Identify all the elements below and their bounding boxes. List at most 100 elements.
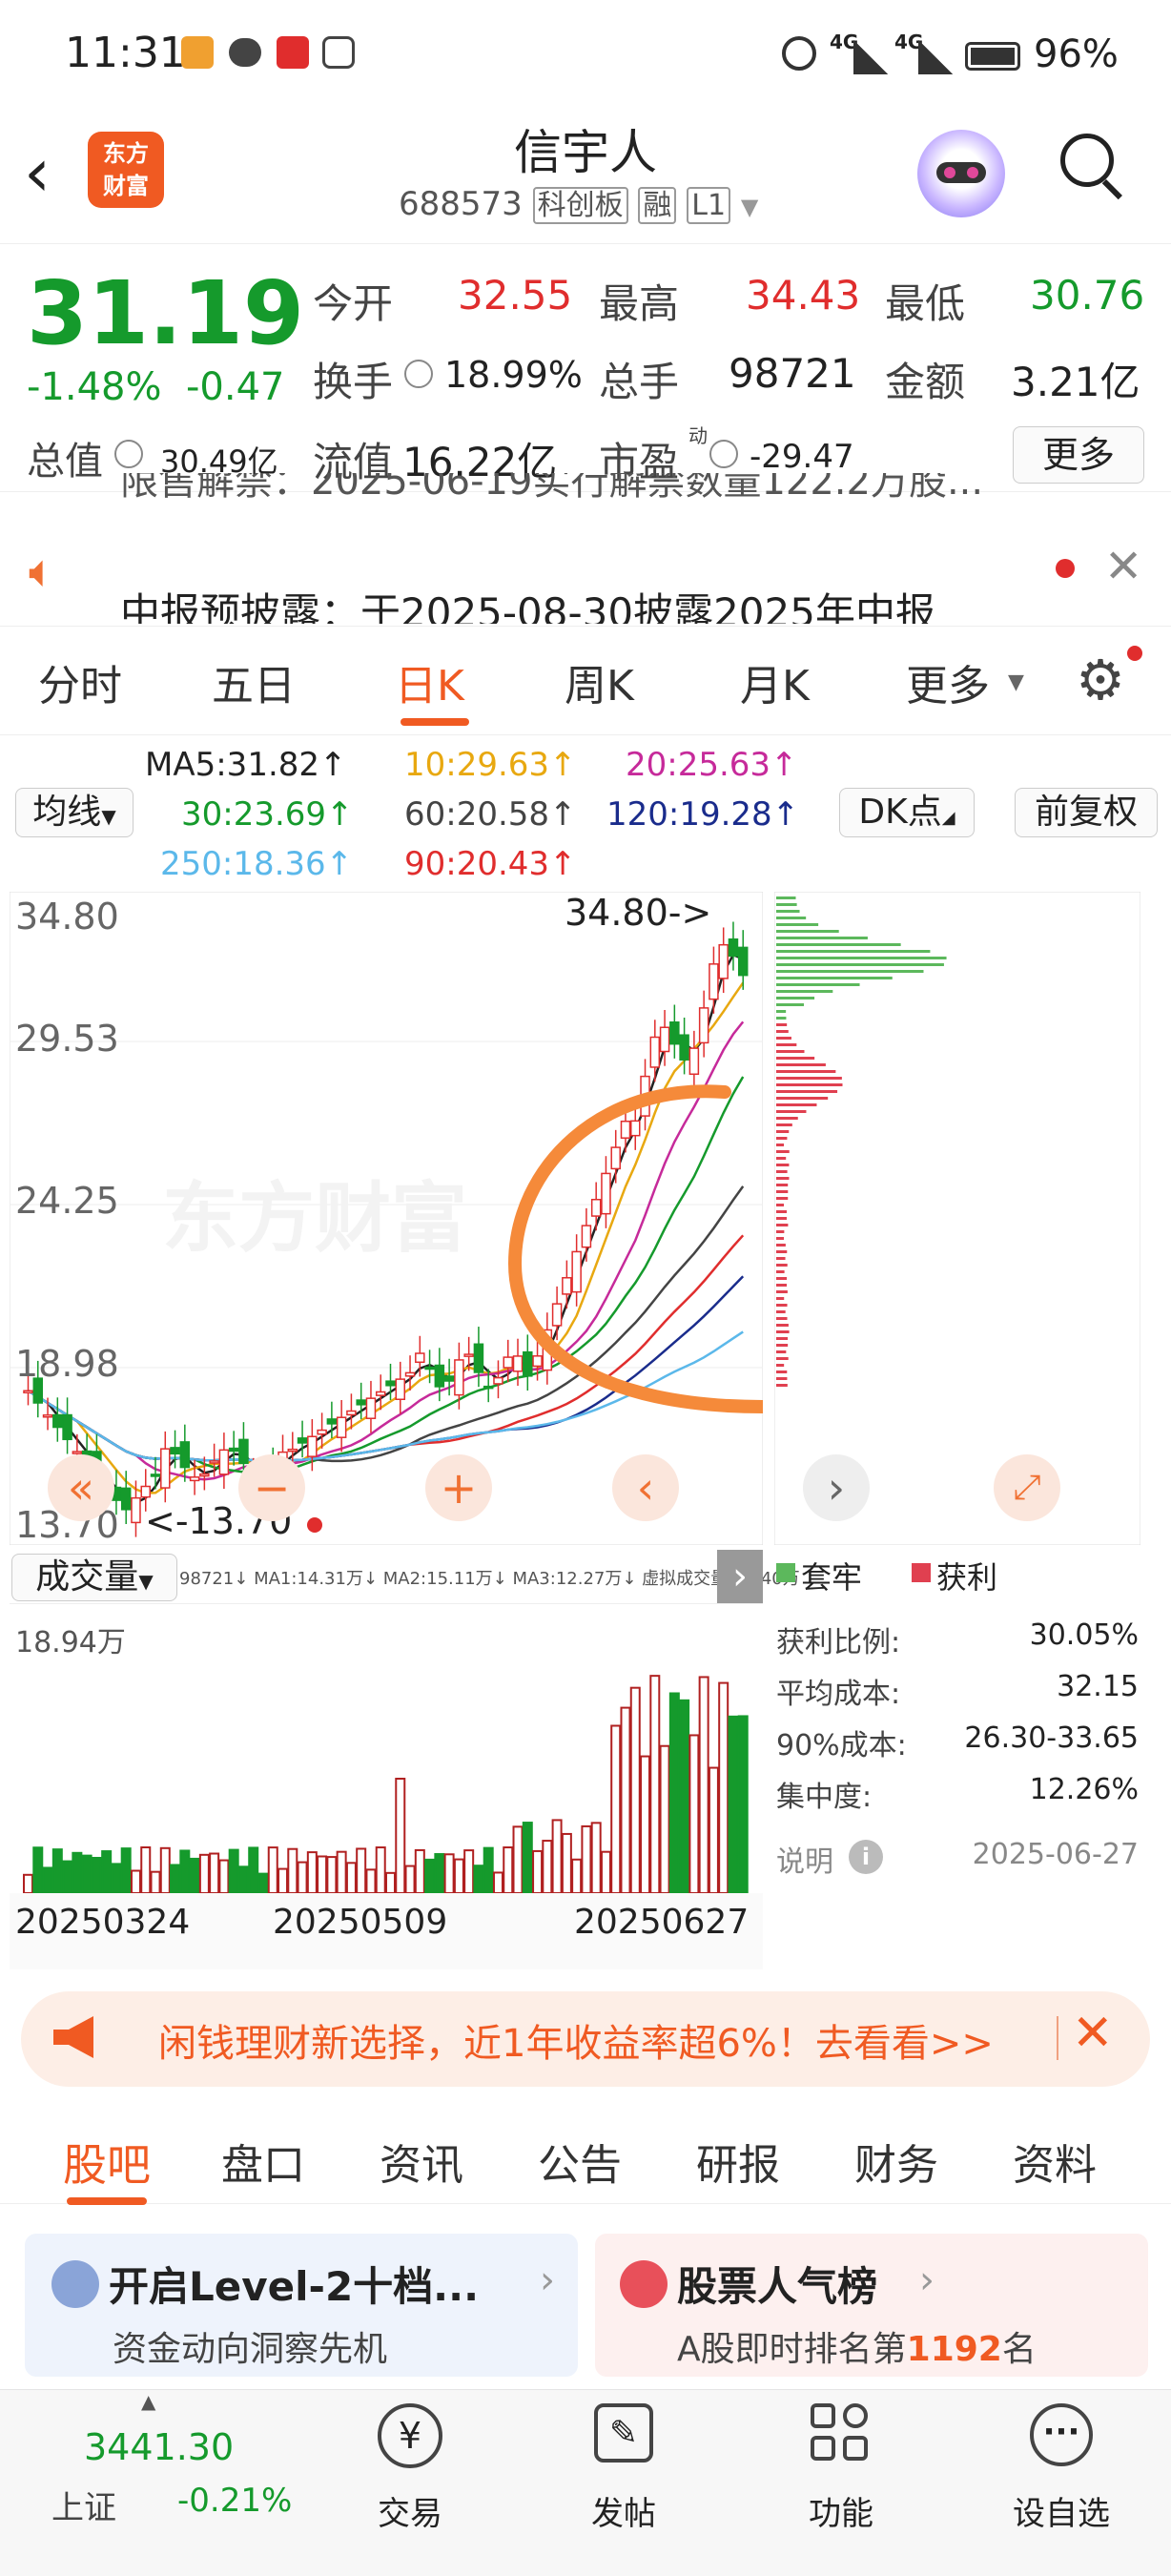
- ma-toggle-label: 均线: [32, 793, 101, 832]
- more-button[interactable]: 更多: [1013, 426, 1144, 484]
- tab-more[interactable]: 更多: [906, 651, 990, 712]
- tab-research[interactable]: 研报: [696, 2131, 780, 2192]
- info-icon[interactable]: [114, 440, 143, 468]
- volume-value: 98721: [729, 350, 856, 397]
- candle: [474, 1344, 483, 1372]
- tab-news[interactable]: 资讯: [380, 2131, 463, 2192]
- candle: [24, 1391, 32, 1392]
- tab-orderbook[interactable]: 盘口: [221, 2131, 305, 2192]
- nav-functions[interactable]: 功能: [784, 2403, 898, 2566]
- close-icon[interactable]: ✕: [1104, 540, 1142, 593]
- volume-toggle[interactable]: 成交量▼: [11, 1554, 177, 1601]
- chip-bar: [776, 1270, 785, 1273]
- corner-icon: ◢: [942, 808, 955, 828]
- ma-toggle[interactable]: 均线▼: [15, 788, 134, 837]
- candle: [680, 1035, 688, 1060]
- nav-trade[interactable]: ¥ 交易: [353, 2403, 467, 2566]
- chip-bar: [776, 1244, 786, 1247]
- kline-chart[interactable]: 东方财富 34.80 29.53 24.25 18.98 13.70 34.80…: [10, 892, 763, 1545]
- chip-bar: [776, 1090, 837, 1093]
- chevron-down-icon[interactable]: ▼: [741, 194, 758, 220]
- info-icon[interactable]: i: [849, 1840, 883, 1874]
- volume-bar: [533, 1851, 542, 1893]
- zoom-out-icon[interactable]: −: [238, 1454, 305, 1521]
- candle: [533, 1356, 542, 1367]
- expand-icon[interactable]: ⤢: [994, 1454, 1060, 1521]
- nav-post[interactable]: ✎ 发帖: [566, 2403, 681, 2566]
- pe-value: -29.47: [750, 438, 854, 476]
- y-label: 18.98: [15, 1343, 119, 1385]
- info-icon[interactable]: [404, 360, 433, 388]
- app-logo-text: 东方: [88, 137, 164, 170]
- index-widget[interactable]: ▲ 3441.30 上证 -0.21%: [0, 2390, 286, 2576]
- high-value: 34.43: [746, 272, 860, 319]
- chip-bar: [776, 943, 901, 946]
- chip-bar: [776, 1057, 814, 1060]
- tab-monthly-k[interactable]: 月K: [740, 651, 810, 712]
- back-icon[interactable]: ‹: [24, 134, 51, 212]
- speaker-icon: 🔈︎: [29, 545, 56, 599]
- popularity-card[interactable]: 股票人气榜 › A股即时排名第1192名: [595, 2234, 1148, 2377]
- chip-bar: [776, 957, 947, 959]
- candle: [661, 1027, 669, 1051]
- level2-card[interactable]: 开启Level-2十档... › 资金动向洞察先机: [25, 2234, 578, 2377]
- chip-svg: [774, 892, 1140, 1545]
- candle: [514, 1356, 523, 1371]
- y-label: 24.25: [15, 1180, 119, 1222]
- tab-minute[interactable]: 分时: [38, 651, 122, 712]
- chip-bar: [776, 977, 893, 979]
- rewind-icon[interactable]: «: [48, 1454, 114, 1521]
- chip-bar: [776, 990, 832, 993]
- candle: [689, 1048, 698, 1074]
- volume-bar: [122, 1848, 131, 1893]
- profit-ratio-value: 30.05%: [1030, 1618, 1139, 1652]
- candle: [621, 1122, 629, 1138]
- chevron-right-icon[interactable]: ›: [803, 1454, 870, 1521]
- notice-line-1[interactable]: 限售解禁：2025-06-19实行解禁数量122.2万股...: [120, 473, 1026, 507]
- candle: [406, 1372, 415, 1375]
- pe-superscript: 动: [688, 421, 708, 448]
- zoom-in-icon[interactable]: +: [425, 1454, 492, 1521]
- chevron-left-icon[interactable]: ‹: [612, 1454, 679, 1521]
- volume-bar: [161, 1848, 170, 1893]
- promo-banner[interactable]: 闲钱理财新选择，近1年收益率超6%！去看看>> ✕: [21, 1991, 1150, 2087]
- volume-bar: [719, 1683, 728, 1893]
- note-label[interactable]: 说明: [776, 1838, 833, 1880]
- chip-bar: [776, 1277, 787, 1280]
- notice-line-2[interactable]: 中报预披露：于2025-08-30披露2025年中报: [120, 580, 1026, 624]
- tab-finance[interactable]: 财务: [854, 2131, 938, 2192]
- candle: [366, 1398, 375, 1418]
- chip-bar: [776, 970, 923, 973]
- tab-daily-k[interactable]: 日K: [395, 651, 464, 712]
- stock-code-row: 688573 科创板 融 L1 ▼: [399, 181, 758, 223]
- search-icon[interactable]: [1060, 134, 1123, 196]
- nav-watchlist[interactable]: ··· 设自选: [999, 2403, 1123, 2566]
- max-price-marker: 34.80->: [565, 892, 711, 934]
- candle: [239, 1439, 248, 1463]
- chevron-right-icon[interactable]: ›: [717, 1550, 763, 1603]
- rank-suffix: 名: [1002, 2330, 1037, 2369]
- active-tab-indicator: [401, 718, 469, 726]
- watermark: 东方财富: [162, 1173, 467, 1263]
- volume-bar: [102, 1851, 111, 1893]
- robot-avatar[interactable]: [917, 130, 1005, 217]
- hand-icon: [322, 36, 355, 69]
- avg-cost-value: 32.15: [1057, 1670, 1139, 1703]
- volume-bar: [700, 1677, 709, 1893]
- adjust-button[interactable]: 前复权: [1015, 788, 1158, 837]
- info-icon[interactable]: [709, 440, 738, 468]
- low-value: 30.76: [1030, 272, 1144, 319]
- notification-app-icon: [181, 36, 214, 69]
- tab-weekly-k[interactable]: 周K: [565, 651, 634, 712]
- close-icon[interactable]: ✕: [1072, 2005, 1114, 2062]
- tab-profile[interactable]: 资料: [1013, 2131, 1097, 2192]
- volume-bar: [72, 1853, 81, 1893]
- chip-bar: [776, 910, 800, 913]
- tab-announcements[interactable]: 公告: [538, 2131, 622, 2192]
- chip-distribution[interactable]: › ⤢: [774, 892, 1140, 1545]
- tab-forum[interactable]: 股吧: [63, 2131, 151, 2194]
- gear-icon[interactable]: ⚙: [1076, 648, 1125, 712]
- dk-point-button[interactable]: DK点◢: [839, 788, 975, 837]
- tab-five-day[interactable]: 五日: [212, 651, 296, 712]
- unread-dot: [1056, 559, 1075, 578]
